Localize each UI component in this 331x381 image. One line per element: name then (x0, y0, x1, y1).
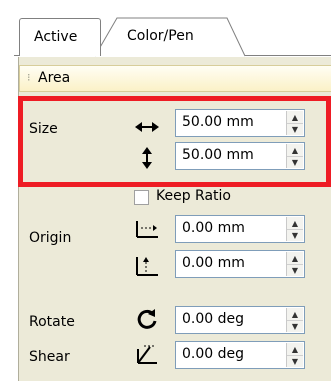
height-field[interactable]: 50.00 mm ▲ ▼ (175, 142, 305, 170)
keep-ratio-label[interactable]: Keep Ratio (156, 188, 231, 204)
area-section-title: Area (38, 70, 71, 86)
spin-down-icon[interactable]: ▼ (287, 229, 303, 241)
spin-arrows-icon[interactable]: ▲ ▼ (286, 217, 303, 241)
spin-arrows-icon[interactable]: ▲ ▼ (286, 111, 303, 135)
tab-color-pen[interactable]: Color/Pen (95, 17, 255, 57)
horizontal-arrows-icon (133, 115, 161, 139)
size-label: Size (29, 121, 58, 137)
shear-field[interactable]: 0.00 deg ▲ ▼ (175, 341, 305, 369)
origin-x-field[interactable]: 0.00 mm ▲ ▼ (175, 215, 305, 243)
origin-y-value: 0.00 mm (182, 255, 245, 271)
spin-arrows-icon[interactable]: ▲ ▼ (286, 252, 303, 276)
width-field[interactable]: 50.00 mm ▲ ▼ (175, 109, 305, 137)
spin-down-icon[interactable]: ▼ (287, 320, 303, 332)
spin-down-icon[interactable]: ▼ (287, 264, 303, 276)
rotate-value: 0.00 deg (182, 311, 245, 327)
area-section-header[interactable]: ⁝ Area (19, 65, 331, 92)
tab-color-pen-label: Color/Pen (127, 28, 194, 44)
rotate-icon (133, 307, 161, 331)
tab-active-label: Active (34, 29, 78, 45)
origin-y-icon (133, 254, 161, 278)
vertical-arrows-icon (133, 146, 161, 170)
height-value: 50.00 mm (182, 147, 254, 163)
spin-down-icon[interactable]: ▼ (287, 123, 303, 135)
spin-down-icon[interactable]: ▼ (287, 156, 303, 168)
keep-ratio-checkbox[interactable] (134, 190, 149, 205)
spin-arrows-icon[interactable]: ▲ ▼ (286, 308, 303, 332)
rotate-field[interactable]: 0.00 deg ▲ ▼ (175, 306, 305, 334)
origin-x-value: 0.00 mm (182, 220, 245, 236)
shear-label: Shear (29, 349, 70, 365)
origin-x-icon (133, 217, 161, 241)
properties-panel: ⁝ Area Size 50.00 mm ▲ ▼ 50.00 mm ▲ ▼ Or… (18, 57, 331, 381)
rotate-label: Rotate (29, 314, 75, 330)
tab-strip: Color/Pen Active (0, 0, 331, 58)
width-value: 50.00 mm (182, 114, 254, 130)
origin-y-field[interactable]: 0.00 mm ▲ ▼ (175, 250, 305, 278)
origin-label: Origin (29, 230, 72, 246)
grip-dots-icon: ⁝ (27, 71, 31, 84)
spin-arrows-icon[interactable]: ▲ ▼ (286, 144, 303, 168)
tab-active[interactable]: Active (19, 18, 101, 56)
spin-arrows-icon[interactable]: ▲ ▼ (286, 343, 303, 367)
spin-down-icon[interactable]: ▼ (287, 355, 303, 367)
shear-icon (133, 342, 161, 366)
shear-value: 0.00 deg (182, 346, 245, 362)
